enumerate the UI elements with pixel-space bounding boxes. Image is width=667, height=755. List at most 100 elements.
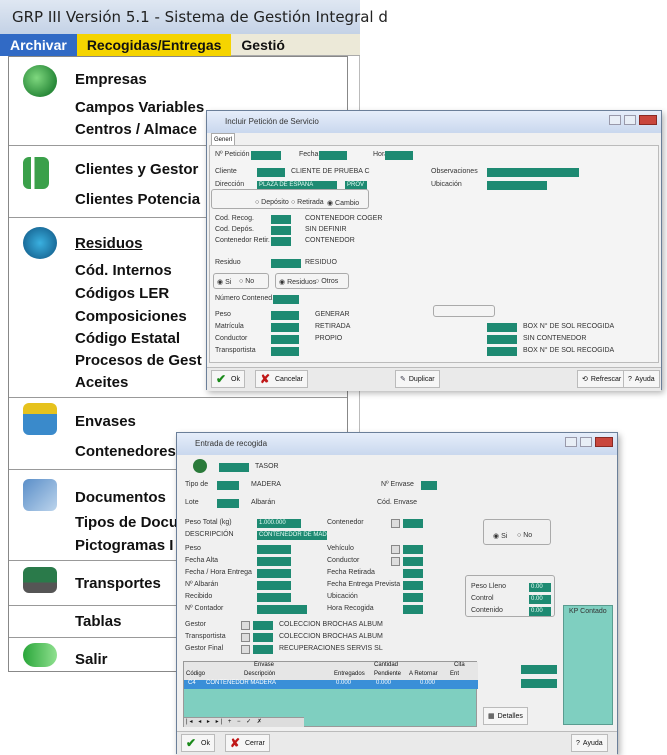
fecha-prevista-field[interactable]: [403, 581, 423, 590]
lookup-button[interactable]: [241, 645, 250, 654]
menu-item-envases[interactable]: Envases: [75, 413, 136, 430]
duplicate-button[interactable]: ✎ Duplicar: [395, 370, 440, 388]
cancel-button[interactable]: ✘ Cancelar: [255, 370, 309, 388]
peso-neto-field[interactable]: [257, 545, 291, 554]
n-contador-field[interactable]: [257, 605, 307, 614]
fecha-hora-field[interactable]: [257, 569, 291, 578]
help-button[interactable]: ? Ayuda: [623, 370, 660, 388]
menu-item-cod-internos[interactable]: Cód. Internos: [75, 262, 172, 279]
v1-field[interactable]: 0.00: [529, 583, 551, 592]
menu-item-residuos[interactable]: Residuos: [75, 235, 143, 252]
minimize-button[interactable]: [609, 115, 621, 125]
lookup-button[interactable]: [241, 621, 250, 630]
r3-field[interactable]: [487, 347, 517, 356]
menu-item-salir[interactable]: Salir: [75, 651, 108, 668]
radio-si[interactable]: ◉ Si: [217, 278, 231, 286]
lookup-button[interactable]: [241, 633, 250, 642]
menu-item-empresas[interactable]: Empresas: [75, 71, 147, 88]
close-button[interactable]: [595, 437, 613, 447]
descripcion-field[interactable]: CONTENEDOR DE MADERA: [257, 531, 327, 540]
radio-option[interactable]: ○ Depósito: [255, 199, 289, 206]
radio-si[interactable]: ◉ Si: [493, 532, 507, 540]
vehiculo-field[interactable]: [403, 545, 423, 554]
n-envases-field[interactable]: [421, 481, 437, 490]
v3-field[interactable]: 0.00: [529, 607, 551, 616]
v2-field[interactable]: 0.00: [529, 595, 551, 604]
menu-item-documentos[interactable]: Documentos: [75, 489, 166, 506]
conductor-field[interactable]: [271, 335, 299, 344]
menu-item-pictogramas[interactable]: Pictogramas I: [75, 537, 173, 554]
help-button[interactable]: ? Ayuda: [571, 734, 608, 752]
maximize-button[interactable]: [580, 437, 592, 447]
menu-recogidas[interactable]: Recogidas/Entregas: [76, 33, 232, 56]
fecha-retirada-field[interactable]: [403, 569, 423, 578]
menu-item-clientes-gestores[interactable]: Clientes y Gestor: [75, 161, 198, 178]
ok-button[interactable]: ✔ Ok: [181, 734, 215, 752]
tercero3-code[interactable]: [253, 645, 273, 654]
menu-item-procesos[interactable]: Procesos de Gest: [75, 352, 202, 369]
side-field-2[interactable]: [521, 679, 557, 688]
menu-item-composiciones[interactable]: Composiciones: [75, 308, 187, 325]
radio-no[interactable]: ○ No: [239, 278, 254, 285]
table-navigator[interactable]: |◂ ◂ ▸ ▸| + − ✓ ✗: [184, 717, 304, 727]
menu-item-tablas[interactable]: Tablas: [75, 613, 121, 630]
hora-recogida-field[interactable]: [403, 605, 423, 614]
table-row[interactable]: C4 CONTENEDOR MADERA 0.000 0.000 0.000: [184, 680, 478, 689]
ok-button[interactable]: ✔ Ok: [211, 370, 245, 388]
menu-item-codigo-estatal[interactable]: Código Estatal: [75, 330, 180, 347]
tercero2-code[interactable]: [253, 633, 273, 642]
num-peticion-field[interactable]: [251, 151, 281, 160]
r1-field[interactable]: [487, 323, 517, 332]
fecha-alta-field[interactable]: [257, 557, 291, 566]
observaciones-field[interactable]: [487, 168, 579, 177]
radio-residuos[interactable]: ◉ Residuos: [279, 278, 316, 286]
transportista-field[interactable]: [271, 347, 299, 356]
maximize-button[interactable]: [624, 115, 636, 125]
matricula-field[interactable]: [271, 323, 299, 332]
contenedor-field[interactable]: [271, 237, 291, 246]
detail-button[interactable]: ▦ Detalles: [483, 707, 528, 725]
menu-archivar[interactable]: Archivar: [0, 33, 77, 56]
top-code-field[interactable]: [219, 463, 249, 472]
ubicacion-field[interactable]: [487, 181, 547, 190]
peso-total-field[interactable]: 1.000.000: [257, 519, 301, 528]
cod-recogida-field[interactable]: [271, 215, 291, 224]
menu-item-tipos-documentos[interactable]: Tipos de Docu: [75, 514, 178, 531]
cancel-button[interactable]: ✘ Cerrar: [225, 734, 270, 752]
lote-field[interactable]: [217, 499, 239, 508]
close-button[interactable]: [639, 115, 657, 125]
contenedor-field[interactable]: [403, 519, 423, 528]
tipo-field[interactable]: [217, 481, 239, 490]
radio-option[interactable]: ◉ Cambio: [327, 199, 359, 207]
residuo-field[interactable]: [271, 259, 301, 268]
radio-otros[interactable]: ○ Otros: [315, 278, 338, 285]
tab-general[interactable]: Generl: [211, 133, 235, 145]
lookup-button[interactable]: [391, 557, 400, 566]
menu-item-codigos-ler[interactable]: Códigos LER: [75, 285, 169, 302]
cliente-code-field[interactable]: [257, 168, 285, 177]
conductor-field[interactable]: [403, 557, 423, 566]
minimize-button[interactable]: [565, 437, 577, 447]
menu-item-centros[interactable]: Centros / Almace: [75, 121, 197, 138]
menu-item-transportes[interactable]: Transportes: [75, 575, 161, 592]
side-field-1[interactable]: [521, 665, 557, 674]
refresh-button[interactable]: ⟲ Refrescar: [577, 370, 627, 388]
cod-deposito-field[interactable]: [271, 226, 291, 235]
ubicacion-field[interactable]: [403, 593, 423, 602]
menu-item-campos-variables[interactable]: Campos Variables: [75, 99, 204, 116]
recibido-field[interactable]: [257, 593, 291, 602]
lookup-button[interactable]: [391, 519, 400, 528]
radio-option[interactable]: ○ Retirada: [291, 199, 324, 206]
peso-field[interactable]: [271, 311, 299, 320]
r2-field[interactable]: [487, 335, 517, 344]
albaran-field[interactable]: [257, 581, 291, 590]
menu-item-contenedores[interactable]: Contenedores: [75, 443, 176, 460]
menu-gestion[interactable]: Gestió: [231, 34, 295, 56]
fecha-field[interactable]: [319, 151, 347, 160]
hora-field[interactable]: [385, 151, 413, 160]
menu-item-aceites[interactable]: Aceites: [75, 374, 128, 391]
lookup-button[interactable]: [391, 545, 400, 554]
num-contenedor-field[interactable]: [273, 295, 299, 304]
tercero1-code[interactable]: [253, 621, 273, 630]
menu-item-clientes-potenciales[interactable]: Clientes Potencia: [75, 191, 200, 208]
